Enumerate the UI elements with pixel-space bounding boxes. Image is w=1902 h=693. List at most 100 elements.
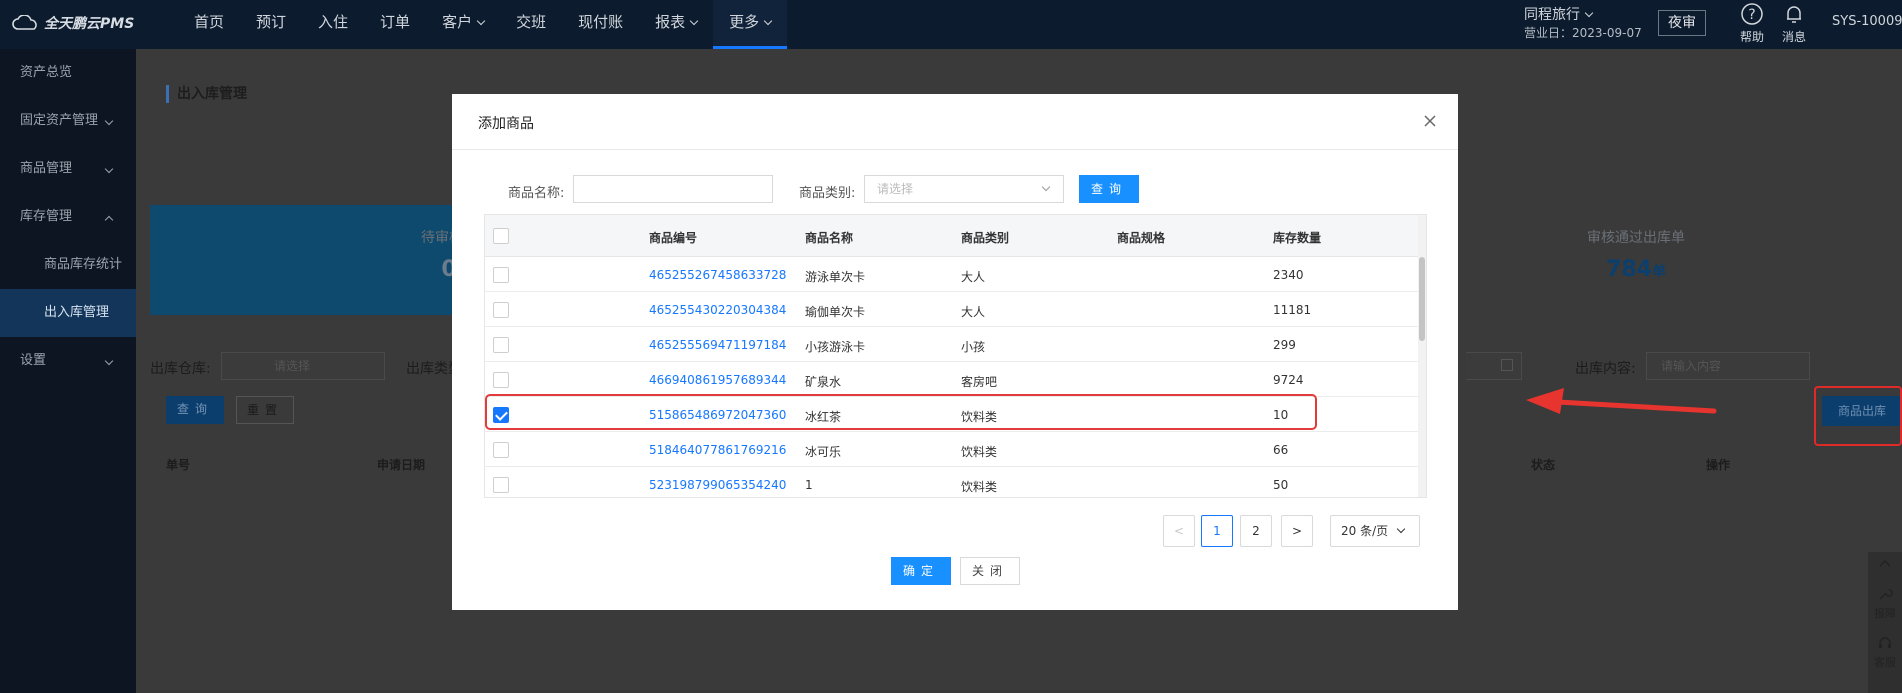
red-arrow-icon — [1518, 384, 1718, 428]
content-placeholder: 请输入内容 — [1661, 359, 1722, 373]
modal-header: 添加商品 — [452, 94, 1458, 150]
page-2-button[interactable]: 2 — [1240, 515, 1272, 547]
sidebar-item-label: 资产总览 — [20, 65, 73, 80]
goods-stock: 50 — [1273, 478, 1289, 492]
table-row[interactable]: 465255267458633728 游泳单次卡 大人 2340 — [485, 257, 1426, 292]
nav-cash-account[interactable]: 现付账 — [562, 0, 639, 49]
page-1-button[interactable]: 1 — [1201, 515, 1233, 547]
next-page-button[interactable]: > — [1281, 515, 1313, 547]
goods-name: 瑜伽单次卡 — [805, 305, 866, 319]
goods-name-input[interactable] — [573, 175, 773, 203]
row-checkbox[interactable] — [493, 267, 509, 283]
goods-category-select[interactable]: 请选择 — [864, 175, 1064, 203]
goods-stock: 66 — [1273, 443, 1289, 457]
sidebar-item-in-out-management[interactable]: 出入库管理 — [0, 289, 136, 337]
query-button[interactable]: 查询 — [166, 396, 224, 424]
col-name: 商品名称 — [805, 231, 854, 245]
nav-more[interactable]: 更多 — [713, 0, 788, 49]
chevron-up-icon[interactable] — [1868, 552, 1902, 574]
goods-code[interactable]: 466940861957689344 — [649, 373, 786, 387]
goods-stock: 9724 — [1273, 373, 1304, 387]
col-order-no: 单号 — [166, 458, 191, 472]
sidebar-item-label: 设置 — [20, 353, 47, 368]
goods-name: 1 — [805, 478, 813, 492]
nav-reports[interactable]: 报表 — [639, 0, 713, 49]
user-account[interactable]: SYS-10009 — [1832, 14, 1902, 29]
table-row[interactable]: 465255569471197184 小孩游泳卡 小孩 299 — [485, 327, 1426, 362]
night-audit-button[interactable]: 夜审 — [1658, 10, 1706, 36]
chevron-down-icon — [763, 16, 773, 26]
nav-shift[interactable]: 交班 — [500, 0, 562, 49]
sidebar-item-label: 商品管理 — [20, 161, 73, 176]
modal-query-button[interactable]: 查询 — [1079, 175, 1139, 203]
page-title: 出入库管理 — [166, 85, 247, 103]
nav-orders[interactable]: 订单 — [364, 0, 426, 49]
sidebar-item-inventory[interactable]: 库存管理 — [0, 193, 136, 241]
table-row[interactable]: 465255430220304384 瑜伽单次卡 大人 11181 — [485, 292, 1426, 327]
confirm-button[interactable]: 确定 — [891, 557, 951, 585]
close-button[interactable]: 关闭 — [960, 557, 1020, 585]
customer-service-label: 客服 — [1874, 656, 1896, 669]
prev-page-button[interactable]: < — [1163, 515, 1195, 547]
report-fault-button[interactable]: 报障 — [1868, 586, 1902, 621]
cloud-logo-icon — [12, 15, 40, 31]
goods-code[interactable]: 465255569471197184 — [649, 338, 786, 352]
row-checkbox[interactable] — [493, 372, 509, 388]
sidebar-item-fixed-assets[interactable]: 固定资产管理 — [0, 97, 136, 145]
warehouse-select[interactable]: 请选择 — [221, 352, 385, 380]
goods-name: 游泳单次卡 — [805, 270, 866, 284]
content-input[interactable]: 请输入内容 — [1646, 352, 1810, 380]
customer-service-button[interactable]: 客服 — [1868, 635, 1902, 670]
goods-code[interactable]: 465255430220304384 — [649, 303, 786, 317]
row-checkbox[interactable] — [493, 442, 509, 458]
sidebar-item-settings[interactable]: 设置 — [0, 337, 136, 385]
sidebar-item-stock-stats[interactable]: 商品库存统计 — [0, 241, 136, 289]
chevron-down-icon — [476, 16, 486, 26]
goods-code[interactable]: 523198799065354240 — [649, 478, 786, 492]
chevron-down-icon — [689, 16, 699, 26]
content-label: 出库内容: — [1575, 361, 1636, 377]
table-scrollbar[interactable] — [1418, 215, 1426, 497]
goods-name: 小孩游泳卡 — [805, 340, 866, 354]
row-checkbox[interactable] — [493, 337, 509, 353]
table-row[interactable]: 466940861957689344 矿泉水 客房吧 9724 — [485, 362, 1426, 397]
goods-stock: 299 — [1273, 338, 1296, 352]
goods-category-label: 商品类别: — [799, 186, 856, 201]
select-all-checkbox[interactable] — [493, 228, 509, 244]
messages-button[interactable]: 消息 — [1782, 2, 1806, 45]
sidebar-item-goods[interactable]: 商品管理 — [0, 145, 136, 193]
col-category: 商品类别 — [961, 231, 1010, 245]
row-checkbox[interactable] — [493, 477, 509, 493]
nav-booking[interactable]: 预订 — [240, 0, 302, 49]
chevron-down-icon — [104, 116, 114, 126]
close-icon[interactable] — [1420, 111, 1440, 131]
reset-button[interactable]: 重置 — [236, 396, 294, 424]
app-logo[interactable]: 全天鹏云PMS — [12, 13, 134, 33]
chevron-down-icon — [104, 164, 114, 174]
calendar-icon — [1501, 359, 1513, 371]
sidebar-item-asset-overview[interactable]: 资产总览 — [0, 49, 136, 97]
nav-checkin[interactable]: 入住 — [302, 0, 364, 49]
page-size-select[interactable]: 20 条/页 — [1330, 515, 1420, 547]
hotel-switcher[interactable]: 同程旅行 营业日：2023-09-07 — [1524, 6, 1642, 42]
nav-home-label: 首页 — [194, 13, 225, 31]
sidebar-item-label: 固定资产管理 — [20, 113, 99, 128]
table-row[interactable]: 523198799065354240 1 饮料类 50 — [485, 467, 1426, 497]
approved-stat: 审核通过出库单 784单 — [1556, 227, 1716, 282]
row-checkbox[interactable] — [493, 302, 509, 318]
goods-category: 饮料类 — [961, 480, 998, 494]
nav-customers-label: 客户 — [442, 13, 473, 31]
bell-icon — [1782, 2, 1806, 28]
floating-toolbar: 报障 客服 — [1868, 552, 1902, 693]
table-header: 商品编号 商品名称 商品类别 商品规格 库存数量 — [485, 215, 1426, 257]
goods-category-placeholder: 请选择 — [877, 182, 914, 196]
nav-customers[interactable]: 客户 — [426, 0, 500, 49]
goods-code[interactable]: 518464077861769216 — [649, 443, 786, 457]
date-range-input[interactable] — [1466, 352, 1522, 380]
table-row[interactable]: 518464077861769216 冰可乐 饮料类 66 — [485, 432, 1426, 467]
scrollbar-thumb[interactable] — [1419, 257, 1425, 341]
nav-home[interactable]: 首页 — [178, 0, 240, 49]
goods-code[interactable]: 465255267458633728 — [649, 268, 786, 282]
nav-more-label: 更多 — [729, 13, 760, 31]
help-button[interactable]: ? 帮助 — [1740, 2, 1764, 45]
